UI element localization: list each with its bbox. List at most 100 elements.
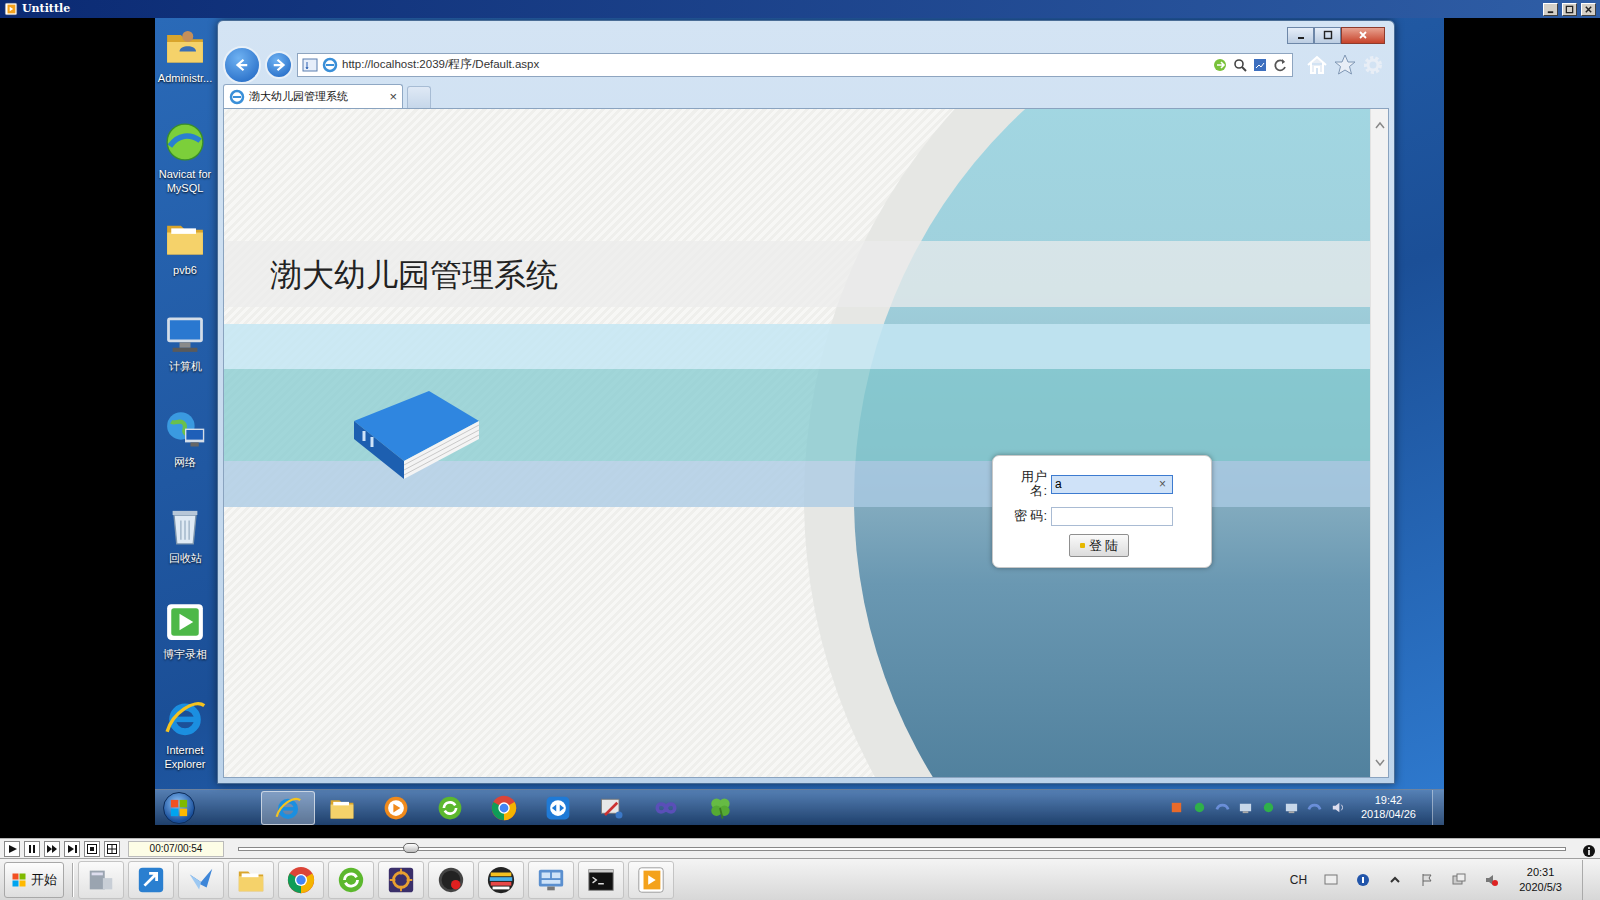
seek-thumb[interactable]	[403, 843, 419, 853]
tray-icon[interactable]	[1483, 872, 1499, 888]
desktop-icon[interactable]: 博宇录相	[155, 598, 215, 694]
scrollbar[interactable]	[1370, 109, 1388, 777]
tray-icon[interactable]	[1238, 800, 1253, 815]
desktop-icon[interactable]: 网络	[155, 406, 215, 502]
tray-icon[interactable]	[1419, 872, 1435, 888]
maximize-button[interactable]	[1314, 27, 1341, 44]
window-size-button[interactable]	[104, 841, 120, 857]
browser-window[interactable]: http://localhost:2039/程序/Default.aspx 渤大…	[217, 20, 1395, 784]
taskbar-app[interactable]	[261, 791, 315, 825]
scroll-down-icon[interactable]	[1374, 753, 1386, 771]
new-tab-button[interactable]	[407, 86, 431, 108]
tray-icon[interactable]	[1451, 872, 1467, 888]
tray-icon[interactable]	[1323, 872, 1339, 888]
address-bar[interactable]: http://localhost:2039/程序/Default.aspx	[297, 53, 1293, 77]
taskbar-app[interactable]	[531, 791, 585, 825]
start-orb-icon[interactable]	[163, 792, 195, 824]
refresh-icon[interactable]	[1272, 57, 1288, 73]
tray-icon[interactable]	[1261, 800, 1276, 815]
minimize-button[interactable]	[1543, 3, 1558, 16]
maximize-button[interactable]	[1562, 3, 1577, 16]
forward-button[interactable]	[265, 51, 293, 79]
taskbar-app[interactable]	[423, 791, 477, 825]
close-button[interactable]	[1341, 27, 1385, 44]
show-desktop-button[interactable]	[1432, 790, 1444, 826]
pause-button[interactable]	[24, 841, 40, 857]
tray-icon[interactable]	[1387, 872, 1403, 888]
username-input[interactable]	[1051, 475, 1173, 494]
fast-forward-button[interactable]	[44, 841, 60, 857]
desktop-icon[interactable]: 回收站	[155, 502, 215, 598]
taskbar-app[interactable]	[328, 861, 374, 899]
recorder-icon	[436, 865, 466, 895]
input-language[interactable]: CH	[1290, 871, 1307, 889]
taskbar-app[interactable]	[315, 791, 369, 825]
taskbar-app[interactable]	[369, 791, 423, 825]
desktop-icon[interactable]: Administr...	[155, 22, 215, 118]
tab-label: 渤大幼儿园管理系统	[249, 88, 385, 105]
host-clock[interactable]: 20:31 2020/5/3	[1519, 865, 1562, 894]
password-input[interactable]	[1051, 507, 1173, 526]
tray-icon[interactable]	[1215, 800, 1230, 815]
taskbar-app[interactable]	[585, 791, 639, 825]
tray-icon[interactable]	[1355, 872, 1371, 888]
taskbar-app[interactable]	[78, 861, 124, 899]
taskbar-app[interactable]	[128, 861, 174, 899]
play-button[interactable]	[4, 841, 20, 857]
taskbar-app[interactable]	[693, 791, 747, 825]
taskbar-app[interactable]	[278, 861, 324, 899]
explorer-folder-icon	[328, 794, 356, 822]
taskbar-app[interactable]	[428, 861, 474, 899]
show-desktop-button[interactable]	[1582, 860, 1596, 900]
page-icon	[229, 89, 245, 105]
player-window-controls	[1543, 3, 1596, 16]
taskbar-app[interactable]	[578, 861, 624, 899]
close-button[interactable]	[1581, 3, 1596, 16]
desktop-icon[interactable]: 计算机	[155, 310, 215, 406]
tray-icon[interactable]	[1169, 800, 1184, 815]
back-button[interactable]	[223, 46, 261, 84]
taskbar-app[interactable]	[378, 861, 424, 899]
tray-icon[interactable]	[1284, 800, 1299, 815]
desktop-icon[interactable]: pvb6	[155, 214, 215, 310]
taskbar-app[interactable]	[477, 791, 531, 825]
settings-gear-icon[interactable]	[1361, 53, 1385, 77]
desktop-icons: Administr...Navicat for MySQL pvb6 计算机网络回收…	[155, 22, 215, 790]
tab-close-button[interactable]: ×	[389, 90, 397, 103]
icon-label: pvb6	[155, 263, 215, 277]
scroll-up-icon[interactable]	[1374, 115, 1386, 133]
seek-track[interactable]	[238, 847, 1566, 851]
fullscreen-button[interactable]	[84, 841, 100, 857]
step-button[interactable]	[64, 841, 80, 857]
compat-view-icon[interactable]	[302, 57, 318, 73]
desktop-icon[interactable]: Navicat for MySQL	[155, 118, 215, 214]
taskbar-app[interactable]	[478, 861, 524, 899]
info-icon[interactable]	[1582, 842, 1596, 856]
taskbar-app[interactable]	[639, 791, 693, 825]
taskbar-app[interactable]	[528, 861, 574, 899]
clear-button[interactable]: ×	[1159, 476, 1166, 493]
login-button[interactable]: 登 陆	[1069, 534, 1130, 558]
favorites-star-icon[interactable]	[1333, 53, 1357, 77]
start-button[interactable]: 开始	[4, 862, 64, 898]
taskbar-app[interactable]	[228, 861, 274, 899]
taskbar-app[interactable]	[178, 861, 224, 899]
tray-icon[interactable]	[1307, 800, 1322, 815]
green-app-icon	[336, 865, 366, 895]
address-text[interactable]: http://localhost:2039/程序/Default.aspx	[342, 56, 1208, 73]
infinity-app-icon	[652, 794, 680, 822]
desktop-area: Administr...Navicat for MySQL pvb6 计算机网络回收…	[155, 18, 1444, 789]
tray-icon[interactable]	[1192, 800, 1207, 815]
search-icon[interactable]	[1232, 57, 1248, 73]
browser-tab[interactable]: 渤大幼儿园管理系统 ×	[223, 84, 403, 108]
feed-icon[interactable]	[1252, 57, 1268, 73]
taskbar-app[interactable]	[628, 861, 674, 899]
taskbar-clock[interactable]: 19:42 2018/04/26	[1361, 794, 1416, 822]
screen: Untittle Administr...Navicat for MySQLpv…	[0, 0, 1600, 900]
minimize-button[interactable]	[1287, 27, 1314, 44]
icon-label: 网络	[155, 455, 215, 469]
home-icon[interactable]	[1305, 53, 1329, 77]
tray-icon[interactable]	[1330, 800, 1345, 815]
go-icon[interactable]	[1212, 57, 1228, 73]
desktop-icon[interactable]: Internet Explorer	[155, 694, 215, 790]
